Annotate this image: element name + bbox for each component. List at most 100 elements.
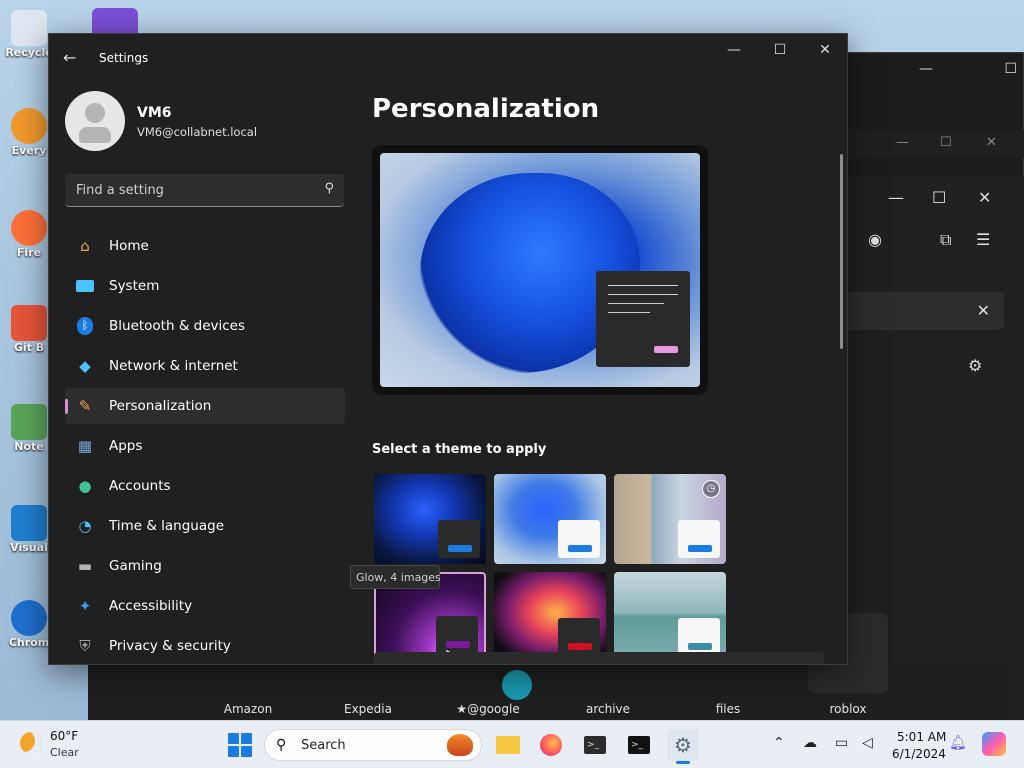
desktop-icon-label: Git B: [13, 341, 45, 354]
desktop-icon-label: Note: [14, 440, 44, 453]
clock-time[interactable]: 5:01 AM: [897, 730, 946, 744]
file-explorer-button[interactable]: [492, 729, 524, 761]
nav-item-label: Accounts: [109, 478, 171, 494]
preview-button: [654, 346, 678, 353]
shortcut-expedia[interactable]: Expedia: [323, 702, 413, 716]
theme-window-sample: [558, 618, 600, 656]
notepad-icon: [11, 404, 47, 440]
maximize-icon[interactable]: ☐: [940, 135, 952, 150]
command-prompt-button[interactable]: >_: [623, 729, 655, 761]
maximize-icon[interactable]: ☐: [932, 188, 946, 207]
scrollbar[interactable]: [840, 154, 843, 349]
desktop-icon-visual-studio-code[interactable]: Visual: [4, 505, 54, 554]
close-button[interactable]: ✕: [805, 42, 845, 58]
nav-item-system[interactable]: System: [65, 268, 345, 304]
title-bar: ← Settings — ☐ ✕: [49, 34, 847, 82]
accessibility-icon: ✦: [78, 597, 92, 615]
settings-taskbar-button[interactable]: ⚙: [667, 729, 699, 764]
minimize-icon[interactable]: —: [888, 188, 904, 207]
shortcut-roblox[interactable]: roblox: [803, 702, 893, 716]
shortcut-archive[interactable]: archive: [563, 702, 653, 716]
back-arrow-icon[interactable]: ←: [63, 48, 76, 67]
taskbar-search-label: Search: [301, 738, 346, 753]
terminal-button[interactable]: >_: [579, 729, 611, 761]
theme-sunrise-lake[interactable]: [614, 572, 726, 662]
nav-item-bluetooth[interactable]: ᛒ Bluetooth & devices: [65, 308, 345, 344]
desktop-icon-notepad[interactable]: Note: [4, 404, 54, 453]
menu-icon[interactable]: ☰: [976, 230, 990, 249]
nav-item-label: Time & language: [109, 518, 225, 534]
nav-item-accessibility[interactable]: ✦ Accessibility: [65, 588, 345, 624]
nav-item-personalization[interactable]: ✎ Personalization: [65, 388, 345, 424]
firefox-button[interactable]: [535, 729, 567, 761]
shortcut-files[interactable]: files: [683, 702, 773, 716]
desktop-icon-git-bash[interactable]: Git B: [4, 305, 54, 354]
clock-date[interactable]: 6/1/2024: [892, 747, 946, 761]
copilot-icon[interactable]: [982, 732, 1006, 756]
preview-line: [608, 312, 650, 313]
search-placeholder: Find a setting: [76, 183, 164, 198]
start-tile: [241, 746, 252, 757]
nav-item-network[interactable]: ◆ Network & internet: [65, 348, 345, 384]
minimize-icon[interactable]: —: [919, 61, 933, 77]
network-icon[interactable]: ▭: [835, 735, 848, 751]
window-title: Settings: [99, 51, 149, 65]
moon-icon: [20, 732, 42, 754]
theme-windows-dark[interactable]: [374, 474, 486, 564]
search-highlight-icon: [447, 734, 473, 756]
nav-item-accounts[interactable]: ● Accounts: [65, 468, 345, 504]
firefox-icon: [540, 734, 562, 756]
cloud-offline-icon[interactable]: ☁: [803, 735, 817, 751]
profile-email: VM6@collabnet.local: [137, 125, 258, 139]
find-setting-search[interactable]: Find a setting ⚲: [65, 174, 344, 207]
close-icon[interactable]: ✕: [977, 301, 990, 320]
nav-item-home[interactable]: ⌂ Home: [65, 228, 345, 264]
nav-item-privacy[interactable]: ⛨ Privacy & security: [65, 628, 345, 664]
search-icon: ⚲: [324, 181, 334, 196]
desktop-icon-everything[interactable]: Every: [4, 108, 54, 157]
search-bubble-icon: [502, 670, 532, 700]
weather-condition[interactable]: Clear: [50, 746, 79, 759]
minimize-icon[interactable]: —: [896, 135, 909, 150]
theme-windows-light[interactable]: [494, 474, 606, 564]
settings-gear-icon[interactable]: ⚙: [968, 356, 982, 375]
slideshow-icon: ◷: [702, 480, 720, 498]
notification-bell-icon[interactable]: 🔔︎: [949, 735, 967, 751]
desktop-icon-recycle-bin[interactable]: Recycle: [4, 10, 54, 59]
maximize-button[interactable]: ☐: [760, 42, 800, 58]
extensions-icon[interactable]: ⧉: [940, 230, 951, 250]
close-icon[interactable]: ✕: [986, 135, 997, 150]
shortcut-google[interactable]: ★@google: [443, 702, 533, 716]
gear-icon: ⚙: [674, 733, 692, 757]
profile-icon[interactable]: ◉: [868, 230, 882, 249]
shortcut-amazon[interactable]: Amazon: [203, 702, 293, 716]
next-settings-card[interactable]: [374, 652, 824, 664]
visual-studio-icon: [92, 8, 138, 34]
theme-accent-sample: [688, 643, 712, 650]
browser-notification-bar: ✕: [848, 292, 1004, 330]
maximize-icon[interactable]: ☐: [1004, 61, 1017, 77]
desktop-icon-firefox[interactable]: Fire: [4, 210, 54, 259]
nav-item-time-language[interactable]: ◔ Time & language: [65, 508, 345, 544]
desktop-icon-label: Fire: [16, 246, 42, 259]
start-tile: [228, 733, 239, 744]
close-icon[interactable]: ✕: [978, 188, 991, 207]
volume-muted-icon[interactable]: ◁: [862, 735, 873, 751]
minimize-button[interactable]: —: [714, 42, 754, 58]
theme-captured-flow[interactable]: [494, 572, 606, 662]
theme-tooltip: Glow, 4 images: [350, 565, 441, 589]
nav-item-label: System: [109, 278, 160, 294]
nav-item-gaming[interactable]: ▬ Gaming: [65, 548, 345, 584]
start-tile: [241, 733, 252, 744]
star-icon: ★: [456, 702, 468, 716]
desktop-icon-chrome[interactable]: Chrom: [4, 600, 54, 649]
nav-item-label: Apps: [109, 438, 143, 454]
start-button[interactable]: [228, 733, 252, 757]
weather-temperature[interactable]: 60°F: [50, 729, 78, 743]
chevron-up-icon[interactable]: ⌃: [773, 735, 785, 751]
taskbar-search[interactable]: ⚲ Search: [264, 729, 482, 761]
theme-captured-motion[interactable]: ◷: [614, 474, 726, 564]
nav-item-apps[interactable]: ▦ Apps: [65, 428, 345, 464]
wifi-icon: ◆: [79, 357, 91, 375]
terminal-icon: >_: [584, 736, 606, 754]
